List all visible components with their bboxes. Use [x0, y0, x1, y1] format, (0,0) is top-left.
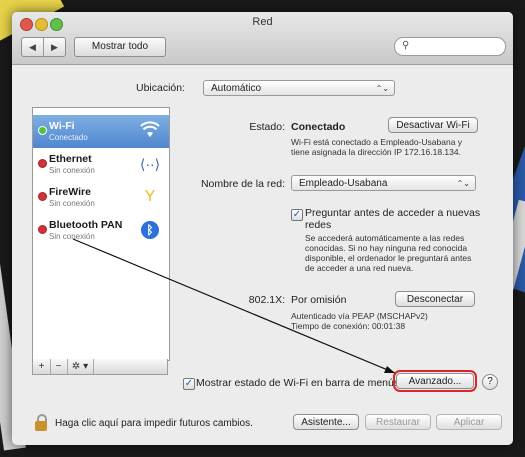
network-preferences-window: Red ◀ ▶ Mostrar todo ⚲ Ubicación: Automá… [12, 12, 513, 445]
annotation-arrow [72, 238, 396, 374]
